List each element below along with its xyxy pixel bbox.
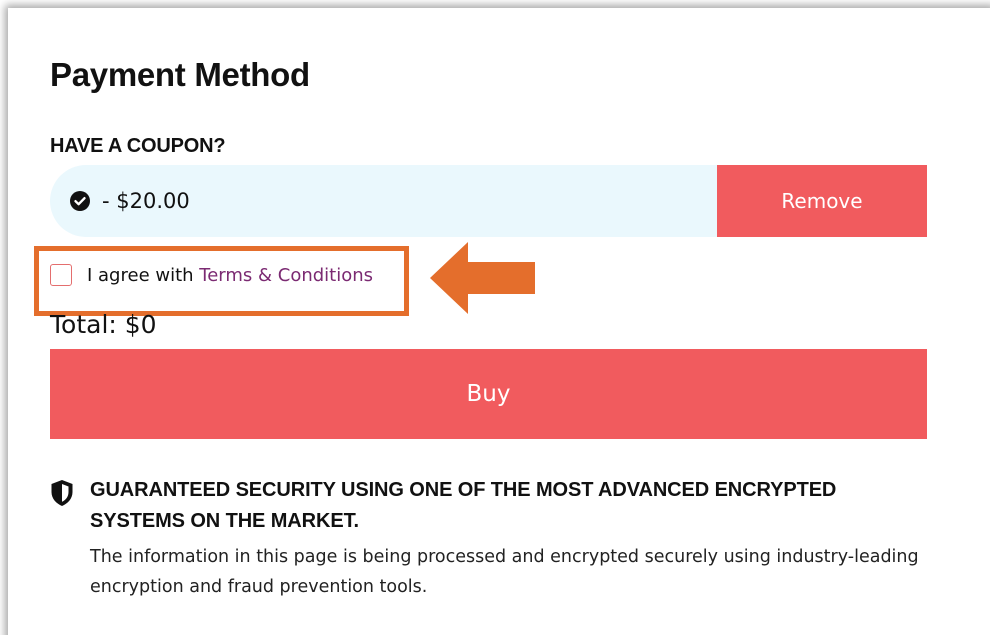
terms-row: I agree with Terms & Conditions [50,264,373,286]
coupon-discount-value: - $20.00 [102,189,190,213]
terms-checkbox[interactable] [50,264,72,286]
security-description: The information in this page is being pr… [90,547,919,597]
terms-prefix: I agree with [87,264,200,286]
terms-conditions-link[interactable]: Terms & Conditions [199,265,373,286]
check-circle-icon [70,191,90,211]
shield-icon [51,480,73,506]
security-heading: GUARANTEED SECURITY USING ONE OF THE MOS… [90,479,837,532]
order-total: Total: $0 [50,310,157,339]
terms-text: I agree with Terms & Conditions [87,265,373,286]
remove-coupon-button[interactable]: Remove [717,165,927,237]
coupon-row: - $20.00 Remove [50,165,927,237]
security-notice: GUARANTEED SECURITY USING ONE OF THE MOS… [50,475,930,602]
page-title: Payment Method [50,56,310,93]
coupon-label: HAVE A COUPON? [50,135,226,157]
buy-button[interactable]: Buy [50,349,927,439]
arrow-left-icon [430,242,535,314]
coupon-field: - $20.00 [50,165,717,237]
